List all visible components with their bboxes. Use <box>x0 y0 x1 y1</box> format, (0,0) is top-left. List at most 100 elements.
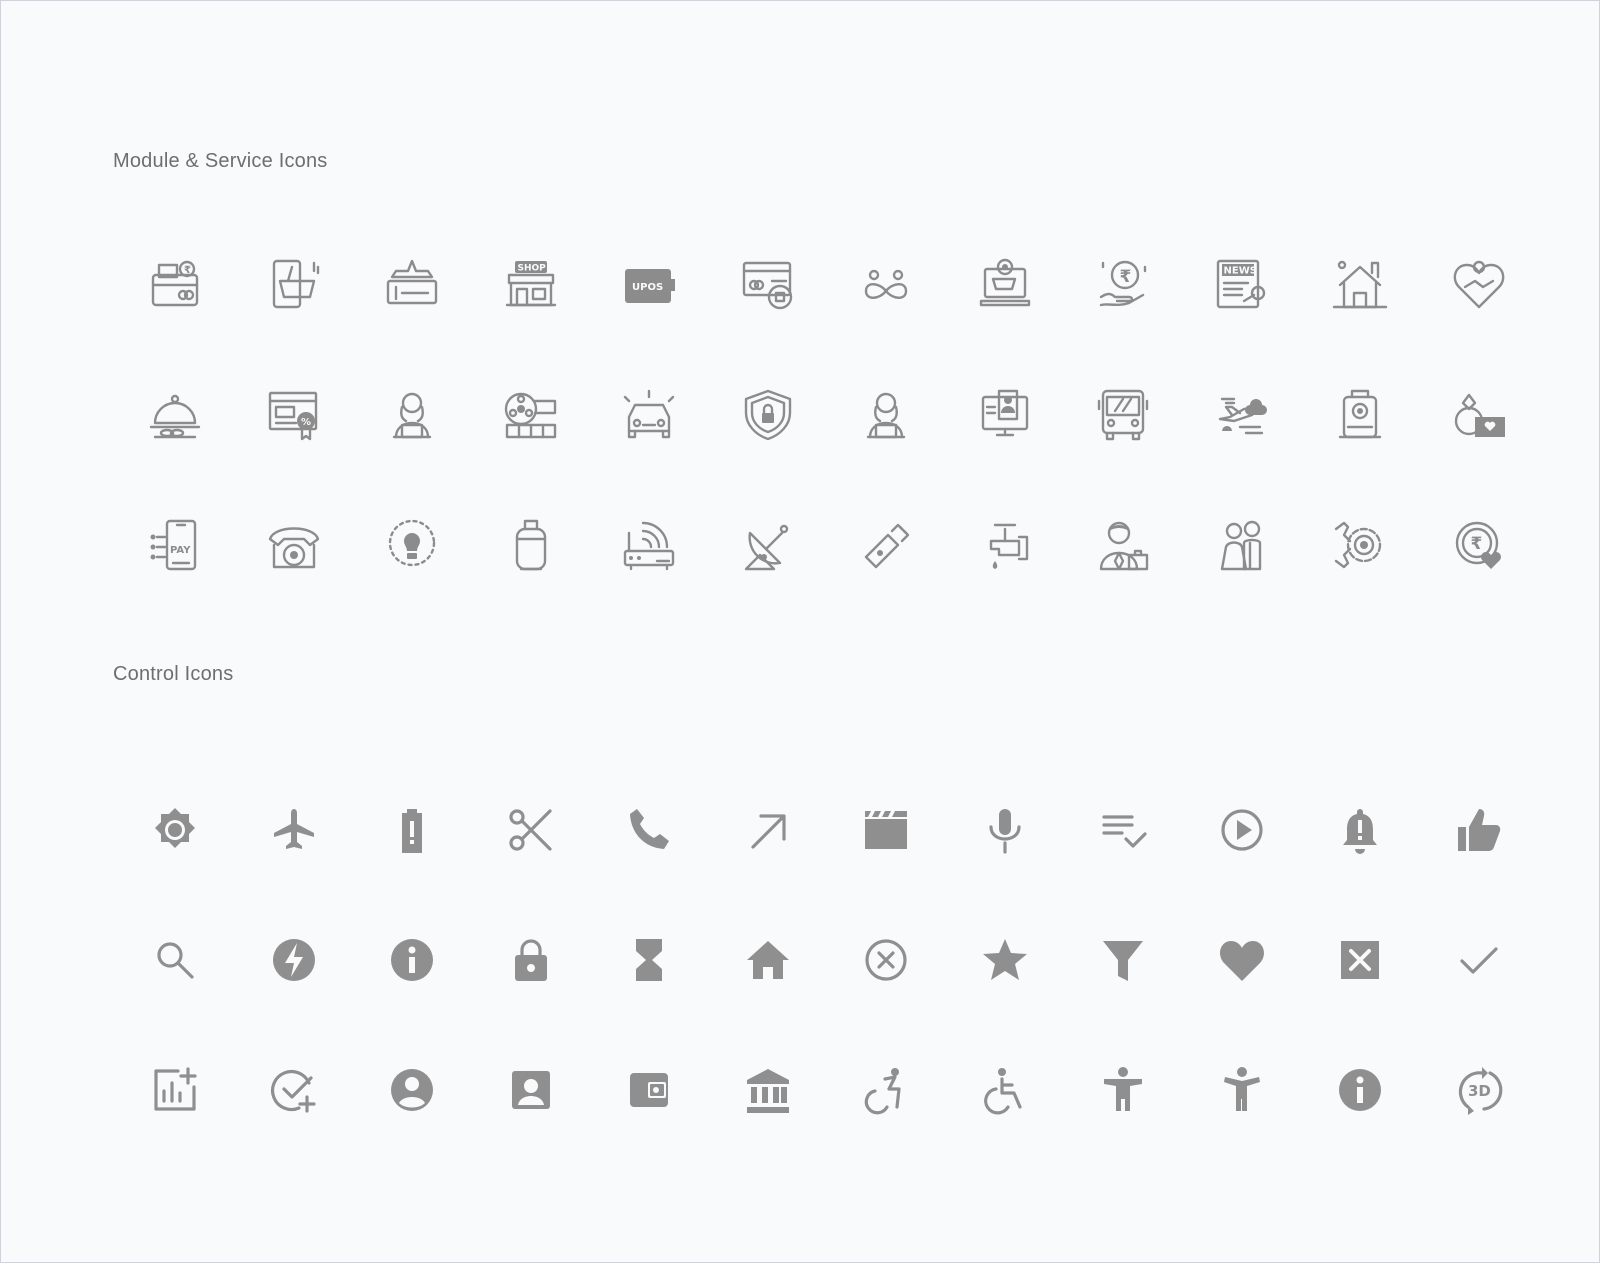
router-icon <box>621 517 677 573</box>
agent-woman-laptop-icon <box>384 387 440 443</box>
svg-text:₹: ₹ <box>1120 267 1132 287</box>
icon-cell <box>1420 895 1539 1025</box>
telephone-icon <box>266 517 322 573</box>
icon-cell <box>827 220 946 350</box>
accessible-icon <box>980 1065 1030 1115</box>
arrow-up-right-icon <box>743 805 793 855</box>
info-icon <box>1335 1065 1385 1115</box>
icon-cell <box>1064 1025 1183 1155</box>
icon-cell <box>1183 1025 1302 1155</box>
icon-cell <box>116 895 235 1025</box>
heart-icon <box>1217 935 1267 985</box>
icon-cell <box>1420 220 1539 350</box>
icon-cell <box>1301 765 1420 895</box>
icon-cell <box>709 350 828 480</box>
ring-money-icon <box>1451 387 1507 443</box>
computer-profile-icon <box>977 387 1033 443</box>
flight-ticket-icon <box>384 257 440 313</box>
add-task-icon <box>269 1065 319 1115</box>
newspaper-icon: NEWS <box>1214 257 1270 313</box>
svg-text:₹: ₹ <box>184 265 191 276</box>
wallet-card-rupee-icon: ₹ <box>147 257 203 313</box>
icon-cell <box>1301 1025 1420 1155</box>
brightness-icon <box>150 805 200 855</box>
play-circle-icon <box>1217 805 1267 855</box>
svg-text:%: % <box>301 417 311 428</box>
battery-alert-icon <box>387 805 437 855</box>
icon-cell <box>827 350 946 480</box>
clapperboard-icon <box>861 805 911 855</box>
filter-icon <box>1098 935 1148 985</box>
home-icon <box>743 935 793 985</box>
couple-icon <box>1214 517 1270 573</box>
accessible-forward-icon <box>861 1065 911 1115</box>
icon-cell <box>1183 765 1302 895</box>
icon-cell: ₹ <box>116 220 235 350</box>
microphone-icon <box>980 805 1030 855</box>
icon-cell <box>827 765 946 895</box>
wallet-icon <box>624 1065 674 1115</box>
svg-text:SHOP: SHOP <box>517 264 546 274</box>
icon-cell: ₹ <box>1420 480 1539 610</box>
businessman-icon <box>1095 517 1151 573</box>
icon-cell <box>1183 895 1302 1025</box>
mobile-pay-icon: PAY <box>147 517 203 573</box>
icon-cell <box>235 1025 354 1155</box>
icon-cell <box>353 350 472 480</box>
svg-text:₹: ₹ <box>1470 534 1482 554</box>
icon-cell <box>472 1025 591 1155</box>
icon-cell <box>709 895 828 1025</box>
laptop-shopping-cart-icon <box>977 257 1033 313</box>
accessibility-new-icon <box>1217 1065 1267 1115</box>
control-icon-grid: 3D <box>116 765 1503 1155</box>
security-shield-icon <box>740 387 796 443</box>
icon-cell <box>590 1025 709 1155</box>
film-reel-icon <box>503 387 559 443</box>
house-icon <box>1332 257 1388 313</box>
rupee-heart-coin-icon: ₹ <box>1451 517 1507 573</box>
icon-cell <box>1183 480 1302 610</box>
discount-certificate-icon: % <box>266 387 322 443</box>
icon-cell <box>472 765 591 895</box>
icon-cell <box>946 480 1065 610</box>
scissors-icon <box>506 805 556 855</box>
icon-cell: % <box>235 350 354 480</box>
account-circle-icon <box>387 1065 437 1115</box>
icon-cell <box>590 895 709 1025</box>
icon-cell <box>590 765 709 895</box>
icon-cell: ₹ <box>1064 220 1183 350</box>
icon-cell <box>946 895 1065 1025</box>
usb-stick-icon <box>858 517 914 573</box>
icon-cell <box>827 895 946 1025</box>
icon-cell <box>1301 220 1420 350</box>
bank-icon <box>743 1065 793 1115</box>
car-icon <box>621 387 677 443</box>
info-icon <box>387 935 437 985</box>
water-tap-icon <box>977 517 1033 573</box>
icon-cell <box>472 350 591 480</box>
icon-cell <box>1064 895 1183 1025</box>
airplane-icon <box>269 805 319 855</box>
icon-cell <box>235 895 354 1025</box>
icon-cell <box>946 350 1065 480</box>
icon-cell <box>353 1025 472 1155</box>
icon-cell <box>709 765 828 895</box>
shop-icon: SHOP <box>503 257 559 313</box>
icon-cell <box>946 220 1065 350</box>
icon-cell <box>235 220 354 350</box>
accessibility-icon <box>1098 1065 1148 1115</box>
rupee-hand-icon: ₹ <box>1095 257 1151 313</box>
icon-cell <box>1064 350 1183 480</box>
search-icon <box>150 935 200 985</box>
icon-cell <box>946 765 1065 895</box>
icon-cell <box>353 220 472 350</box>
check-icon <box>1454 935 1504 985</box>
icon-cell: SHOP <box>472 220 591 350</box>
cancel-circle-icon <box>861 935 911 985</box>
contact-box-icon <box>506 1065 556 1115</box>
icon-cell <box>709 480 828 610</box>
gas-cylinder-icon <box>503 517 559 573</box>
svg-text:NEWS: NEWS <box>1223 266 1256 277</box>
flash-circle-icon <box>269 935 319 985</box>
infinity-people-icon <box>858 257 914 313</box>
